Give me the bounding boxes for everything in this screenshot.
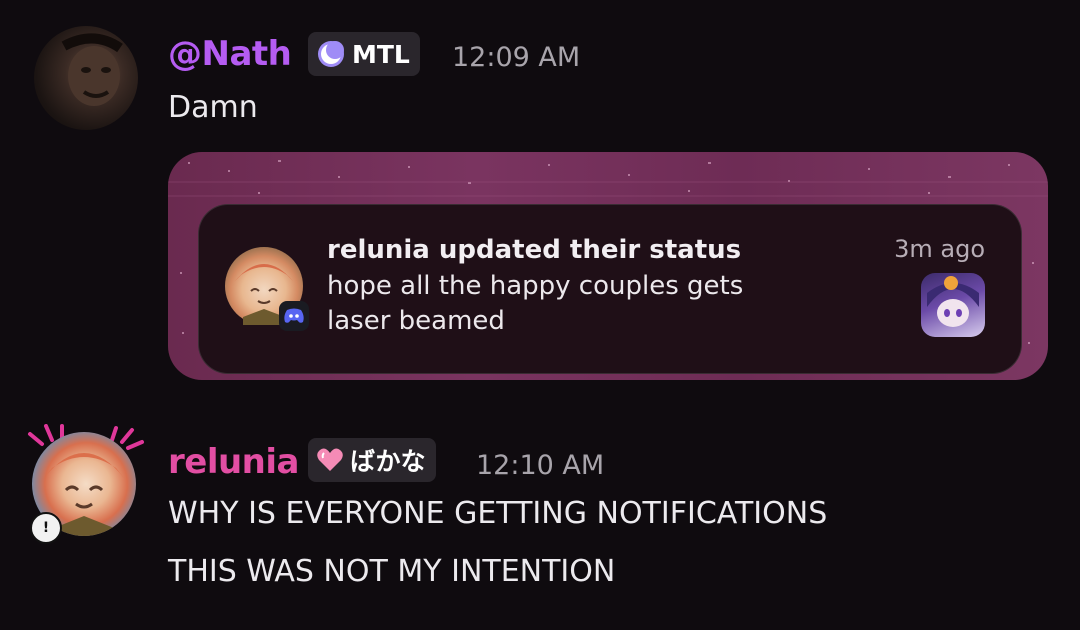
server-tag-label: ばかな — [350, 447, 426, 476]
server-tag-mtl[interactable]: MTL — [308, 32, 420, 76]
crescent-moon-icon — [316, 39, 346, 69]
message-text-line-1: WHY IS EVERYONE GETTING NOTIFICATIONS — [168, 496, 828, 531]
timestamp: 12:10 AM — [476, 450, 605, 481]
discord-icon — [279, 301, 309, 331]
status-notification-embed[interactable]: relunia updated their status hope all th… — [168, 152, 1048, 380]
viewer-avatar[interactable] — [921, 273, 985, 337]
username-relunia[interactable]: relunia — [168, 442, 300, 482]
server-tag-bakana[interactable]: ばかな — [308, 438, 436, 482]
status-title: relunia updated their status — [327, 235, 742, 265]
speech-badge-icon: ! — [30, 512, 62, 544]
pink-heart-icon — [316, 447, 344, 473]
avatar-nath[interactable] — [34, 26, 138, 130]
message-text-line-2: THIS WAS NOT MY INTENTION — [168, 554, 616, 589]
status-text: hope all the happy couples gets laser be… — [327, 271, 744, 336]
status-card[interactable]: relunia updated their status hope all th… — [198, 204, 1022, 374]
timestamp: 12:09 AM — [452, 42, 581, 73]
status-time: 3m ago — [894, 235, 985, 263]
username-nath[interactable]: @Nath — [168, 34, 292, 74]
message-text: Damn — [168, 90, 258, 125]
server-tag-label: MTL — [352, 39, 410, 69]
